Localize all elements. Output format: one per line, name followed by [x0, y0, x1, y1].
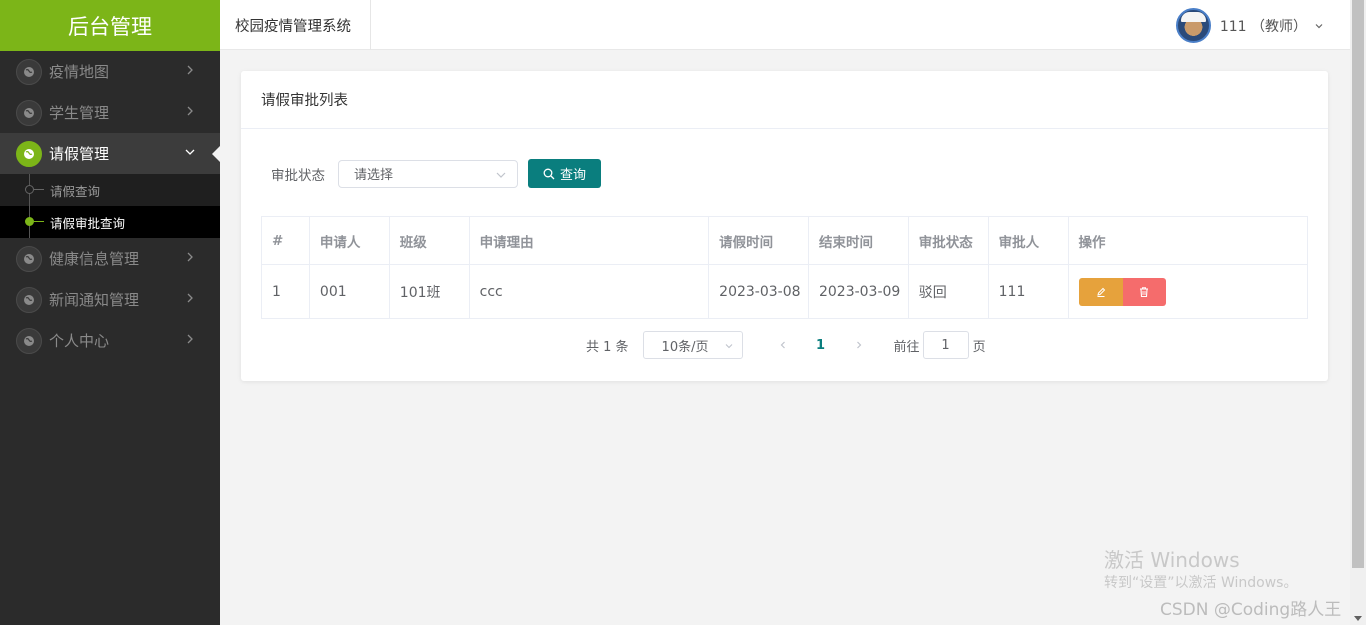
sidebar-item-label: 疫情地图	[49, 63, 110, 81]
table-cell: 001	[310, 265, 390, 318]
column-header: #	[262, 217, 310, 265]
sidebar-item-label: 个人中心	[49, 332, 110, 350]
chevron-right-icon	[187, 106, 193, 116]
sidebar: 后台管理 疫情地图 学生管理 请假管理 请假查询 请假审批查询 健康信息管理 新…	[0, 0, 220, 625]
delete-button[interactable]	[1122, 277, 1166, 306]
chevron-right-icon	[187, 65, 193, 75]
top-header: 校园疫情管理系统 111 （教师）	[220, 0, 1350, 50]
globe-icon	[16, 246, 42, 272]
filter-bar: 审批状态 请选择 查询	[271, 159, 601, 188]
globe-icon	[16, 100, 42, 126]
sidebar-item-label: 新闻通知管理	[49, 291, 140, 309]
sidebar-item-news[interactable]: 新闻通知管理	[0, 279, 220, 320]
table-cell-actions	[1069, 265, 1308, 318]
page-number-button[interactable]: 1	[806, 331, 836, 359]
column-header: 请假时间	[709, 217, 809, 265]
csdn-credit: CSDN @Coding路人王	[1160, 600, 1342, 620]
windows-activation-subtitle: 转到“设置”以激活 Windows。	[1104, 575, 1298, 591]
globe-icon	[16, 287, 42, 313]
pencil-icon	[1096, 287, 1105, 297]
sidebar-menu-rest: 健康信息管理 新闻通知管理 个人中心	[0, 238, 220, 361]
column-header: 申请理由	[469, 217, 710, 265]
user-label: 111 （教师）	[1219, 18, 1307, 35]
pagination: 共 1 条 10条/页 1 前往 1 页	[586, 331, 986, 359]
sidebar-subitem-leave-approval[interactable]: 请假审批查询	[0, 206, 220, 238]
chevron-right-icon	[187, 293, 193, 303]
sidebar-menu: 疫情地图 学生管理 请假管理	[0, 51, 220, 174]
scroll-down-arrow[interactable]	[1354, 616, 1362, 621]
scrollbar-thumb[interactable]	[1352, 0, 1364, 568]
page-size-select[interactable]: 10条/页	[642, 331, 743, 359]
chevron-left-icon	[780, 341, 785, 349]
approval-table: # 申请人 班级 申请理由 请假时间 结束时间 审批状态 审批人 操作 1 00…	[261, 216, 1308, 319]
status-select[interactable]: 请选择	[338, 159, 518, 188]
goto-prefix: 前往	[893, 339, 920, 355]
table-cell: 驳回	[909, 265, 989, 318]
goto-suffix: 页	[972, 339, 986, 355]
search-button[interactable]: 查询	[528, 159, 601, 188]
pagination-total: 共 1 条	[586, 339, 629, 355]
tree-dot	[25, 217, 34, 226]
leave-submenu: 请假查询 请假审批查询	[0, 174, 220, 238]
page-size-value: 10条/页	[661, 339, 709, 355]
tree-dot	[25, 185, 34, 194]
status-filter-label: 审批状态	[271, 167, 325, 184]
tree-dash	[34, 221, 44, 222]
sidebar-subitem-label: 请假查询	[50, 183, 101, 199]
sidebar-subitem-label: 请假审批查询	[50, 215, 126, 231]
globe-icon	[16, 141, 42, 167]
sidebar-item-label: 学生管理	[49, 104, 110, 122]
app-logo: 后台管理	[0, 0, 220, 51]
globe-icon	[16, 328, 42, 354]
approval-list-card: 请假审批列表 审批状态 请选择 查询 # 申请人 班级 申请理由 请假时间 结束…	[241, 71, 1328, 381]
tree-dash	[34, 189, 44, 190]
table-cell: 1	[262, 265, 310, 318]
column-header: 审批状态	[908, 217, 989, 265]
column-header: 申请人	[309, 217, 390, 265]
next-page-button[interactable]	[844, 331, 874, 359]
avatar	[1175, 8, 1211, 43]
search-icon	[543, 168, 555, 179]
column-header: 结束时间	[808, 217, 909, 265]
table-cell: ccc	[470, 265, 710, 318]
table-cell: 2023-03-08	[709, 265, 809, 318]
table-cell: 101班	[390, 265, 470, 318]
sidebar-item-epidemic-map[interactable]: 疫情地图	[0, 51, 220, 92]
table-row: 1 001 101班 ccc 2023-03-08 2023-03-09 驳回 …	[262, 265, 1307, 318]
column-header: 班级	[389, 217, 470, 265]
table-cell: 2023-03-09	[809, 265, 909, 318]
search-button-label: 查询	[559, 168, 586, 183]
chevron-right-icon	[187, 334, 193, 344]
chevron-down-icon	[725, 344, 732, 349]
sidebar-item-label: 健康信息管理	[49, 250, 140, 268]
table-header: # 申请人 班级 申请理由 请假时间 结束时间 审批状态 审批人 操作	[262, 217, 1308, 265]
status-select-placeholder: 请选择	[354, 168, 394, 183]
active-caret	[212, 146, 220, 162]
chevron-right-icon	[856, 341, 861, 349]
page-scrollbar[interactable]	[1350, 0, 1366, 625]
globe-icon	[16, 59, 42, 85]
table-cell: 111	[989, 265, 1069, 318]
sidebar-subitem-leave-query[interactable]: 请假查询	[0, 174, 220, 206]
column-header: 审批人	[988, 217, 1069, 265]
sidebar-item-profile[interactable]: 个人中心	[0, 320, 220, 361]
row-actions	[1078, 277, 1166, 306]
sidebar-item-students[interactable]: 学生管理	[0, 92, 220, 133]
chevron-right-icon	[187, 252, 193, 262]
sidebar-item-leave[interactable]: 请假管理	[0, 133, 220, 174]
system-name: 校园疫情管理系统	[220, 0, 371, 50]
chevron-down-icon	[496, 172, 506, 178]
sidebar-item-label: 请假管理	[49, 145, 110, 163]
edit-button[interactable]	[1078, 277, 1123, 306]
card-title: 请假审批列表	[241, 71, 1328, 129]
prev-page-button[interactable]	[768, 331, 798, 359]
column-header: 操作	[1068, 217, 1308, 265]
trash-icon	[1140, 286, 1148, 297]
chevron-down-icon	[185, 149, 195, 155]
user-menu[interactable]: 111 （教师）	[1175, 8, 1324, 43]
sidebar-item-health[interactable]: 健康信息管理	[0, 238, 220, 279]
windows-activation-title: 激活 Windows	[1104, 548, 1240, 572]
chevron-down-icon	[1315, 23, 1323, 28]
goto-page-input[interactable]: 1	[922, 331, 969, 359]
